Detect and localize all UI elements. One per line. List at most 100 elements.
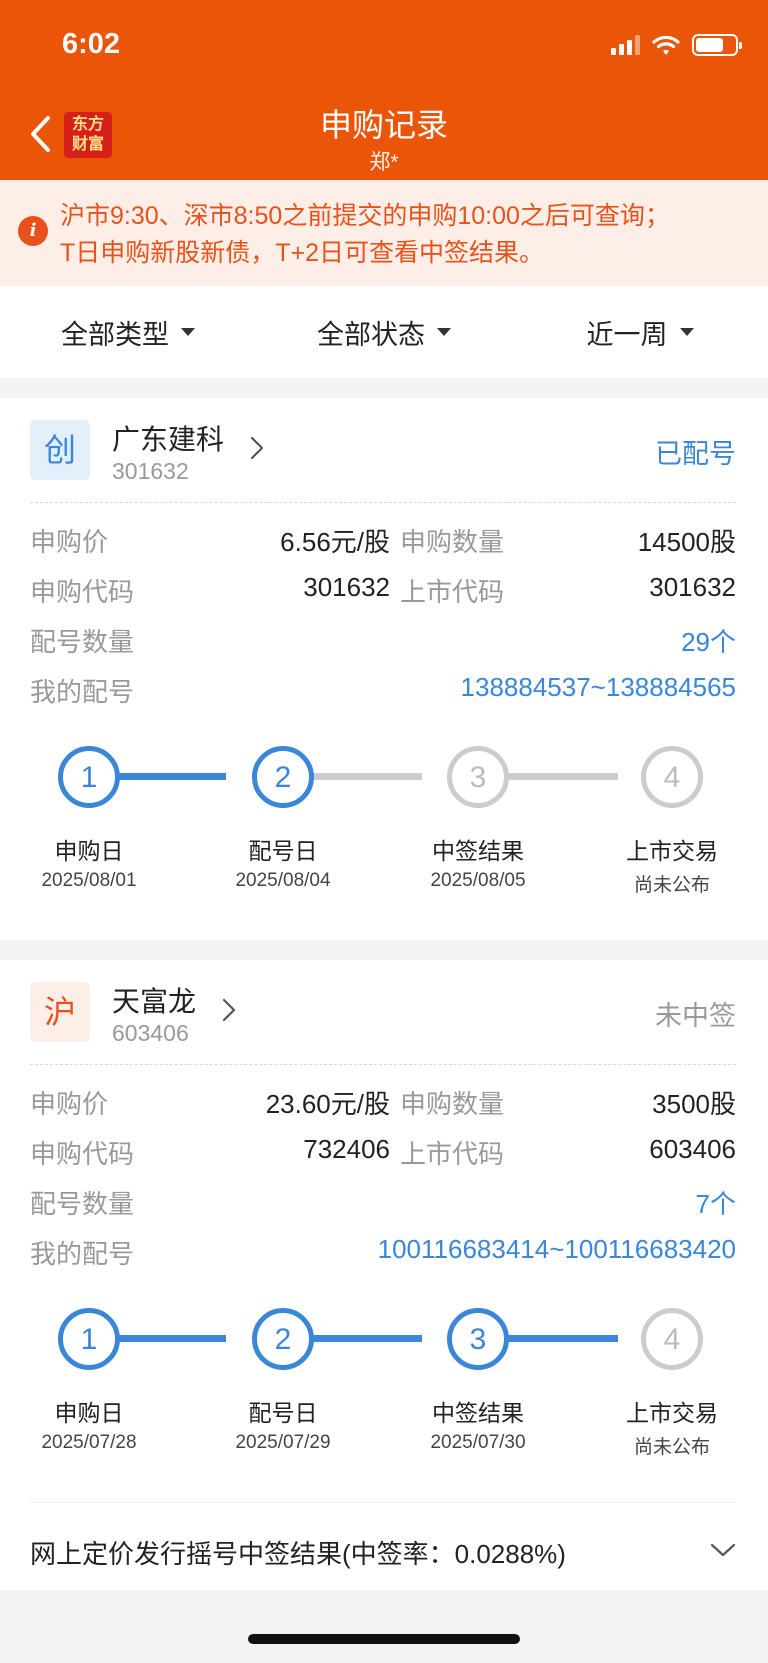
step-date: 2025/08/01 <box>41 870 137 891</box>
info-row: 我的配号 138884537~138884565 <box>30 672 736 712</box>
step-date: 2025/08/05 <box>430 870 526 891</box>
status-icons <box>611 34 742 56</box>
qty-label: 申购数量 <box>400 527 505 557</box>
filter-status-dropdown[interactable]: 全部状态 <box>256 286 512 378</box>
filter-bar: 全部类型 全部状态 近一周 <box>0 286 768 378</box>
chevron-down-icon <box>710 1543 736 1557</box>
stock-code: 301632 <box>112 458 189 484</box>
info-row: 配号数量 29个 <box>30 622 736 662</box>
filter-type-dropdown[interactable]: 全部类型 <box>0 286 256 378</box>
record-card: 沪 天富龙 603406 未中签 申购价 23.60元/股 申购数量 3500股… <box>0 960 768 1590</box>
price-value: 23.60元/股 <box>265 1089 390 1119</box>
notice-banner: i 沪市9:30、深市8:50之前提交的申购10:00之后可查询； T日申购新股… <box>0 180 768 286</box>
qty-label: 申购数量 <box>400 1089 505 1119</box>
step-label: 申购日 <box>54 1400 124 1426</box>
divider <box>30 1064 736 1065</box>
sub-code-value: 732406 <box>303 1134 390 1164</box>
step-label: 配号日 <box>248 838 318 864</box>
cellular-signal-icon <box>611 35 640 55</box>
divider <box>30 502 736 503</box>
filter-type-label: 全部类型 <box>61 319 169 350</box>
lottery-result-text: 网上定价发行摇号中签结果(中签率：0.0288%) <box>30 1539 566 1569</box>
step-date: 2025/08/04 <box>235 870 331 891</box>
step-circle: 4 <box>641 1308 703 1370</box>
record-card: 创 广东建科 301632 已配号 申购价 6.56元/股 申购数量 14500… <box>0 398 768 940</box>
chevron-right-icon <box>222 998 236 1022</box>
step-date: 尚未公布 <box>633 875 710 896</box>
caret-down-icon <box>437 328 451 336</box>
alloc-count-label: 配号数量 <box>30 627 135 657</box>
page-title: 申购记录 <box>319 107 448 143</box>
filter-period-dropdown[interactable]: 近一周 <box>512 286 768 378</box>
alloc-count-value: 7个 <box>695 1189 736 1219</box>
step-label: 中签结果 <box>432 1400 524 1426</box>
stock-code: 603406 <box>112 1020 189 1046</box>
step-date: 2025/07/30 <box>430 1432 526 1453</box>
my-alloc-label: 我的配号 <box>30 1239 135 1269</box>
price-value: 6.56元/股 <box>280 527 390 557</box>
step-circle: 3 <box>447 746 509 808</box>
step-label: 上市交易 <box>626 1400 718 1426</box>
qty-value: 3500股 <box>652 1089 736 1119</box>
step-circle: 2 <box>252 746 314 808</box>
info-row: 申购代码 301632 上市代码 301632 <box>30 572 736 612</box>
alloc-count-value: 29个 <box>681 627 736 657</box>
info-row: 申购价 23.60元/股 申购数量 3500股 <box>30 1084 736 1124</box>
step-label: 中签结果 <box>432 838 524 864</box>
step-circle: 1 <box>58 746 120 808</box>
record-header[interactable]: 沪 天富龙 603406 未中签 <box>30 980 736 1062</box>
step-circle: 2 <box>252 1308 314 1370</box>
info-row: 申购代码 732406 上市代码 603406 <box>30 1134 736 1174</box>
home-indicator[interactable] <box>248 1634 520 1644</box>
account-name: 郑* <box>369 151 399 174</box>
price-label: 申购价 <box>30 527 109 557</box>
status-time: 6:02 <box>62 28 121 60</box>
step-label: 申购日 <box>54 838 124 864</box>
filter-period-label: 近一周 <box>586 319 668 350</box>
list-code-label: 上市代码 <box>400 577 505 607</box>
step-label: 配号日 <box>248 1400 318 1426</box>
my-alloc-value: 138884537~138884565 <box>460 672 736 702</box>
progress-steps: 1 2 3 4 申购日 配号日 中签结果 上市交易 2025/07/28 202… <box>30 1300 736 1470</box>
lottery-result-expander[interactable]: 网上定价发行摇号中签结果(中签率：0.0288%) <box>30 1520 736 1580</box>
market-badge: 创 <box>30 420 90 480</box>
wifi-icon <box>652 35 680 55</box>
list-code-value: 301632 <box>649 572 736 602</box>
divider <box>30 1502 736 1503</box>
my-alloc-value: 100116683414~100116683420 <box>377 1234 736 1264</box>
sub-code-label: 申购代码 <box>30 1139 135 1169</box>
info-row: 申购价 6.56元/股 申购数量 14500股 <box>30 522 736 562</box>
step-circle: 4 <box>641 746 703 808</box>
price-label: 申购价 <box>30 1089 109 1119</box>
sub-code-value: 301632 <box>303 572 390 602</box>
notice-line2: T日申购新股新债，T+2日可查看中签结果。 <box>60 239 545 267</box>
notice-line1: 沪市9:30、深市8:50之前提交的申购10:00之后可查询； <box>60 202 670 230</box>
stock-name: 天富龙 <box>112 986 197 1017</box>
record-header[interactable]: 创 广东建科 301632 已配号 <box>30 418 736 500</box>
step-circle: 3 <box>447 1308 509 1370</box>
step-date: 2025/07/28 <box>41 1432 137 1453</box>
info-icon: i <box>18 216 48 246</box>
list-code-value: 603406 <box>649 1134 736 1164</box>
nav-bar: 6:02 东方 财富 申购记录 郑* <box>0 0 768 180</box>
progress-steps: 1 2 3 4 申购日 配号日 中签结果 上市交易 2025/08/01 202… <box>30 738 736 908</box>
chevron-right-icon <box>250 436 264 460</box>
stock-name: 广东建科 <box>112 424 225 455</box>
status-badge: 未中签 <box>655 1001 736 1031</box>
alloc-count-label: 配号数量 <box>30 1189 135 1219</box>
step-label: 上市交易 <box>626 838 718 864</box>
list-code-label: 上市代码 <box>400 1139 505 1169</box>
caret-down-icon <box>181 328 195 336</box>
step-circle: 1 <box>58 1308 120 1370</box>
sub-code-label: 申购代码 <box>30 577 135 607</box>
step-date: 2025/07/29 <box>235 1432 331 1453</box>
status-badge: 已配号 <box>655 439 736 469</box>
filter-status-label: 全部状态 <box>317 319 425 350</box>
qty-value: 14500股 <box>637 527 736 557</box>
market-badge: 沪 <box>30 982 90 1042</box>
info-row: 我的配号 100116683414~100116683420 <box>30 1234 736 1274</box>
info-row: 配号数量 7个 <box>30 1184 736 1224</box>
battery-icon <box>692 34 742 56</box>
my-alloc-label: 我的配号 <box>30 677 135 707</box>
caret-down-icon <box>679 328 694 336</box>
